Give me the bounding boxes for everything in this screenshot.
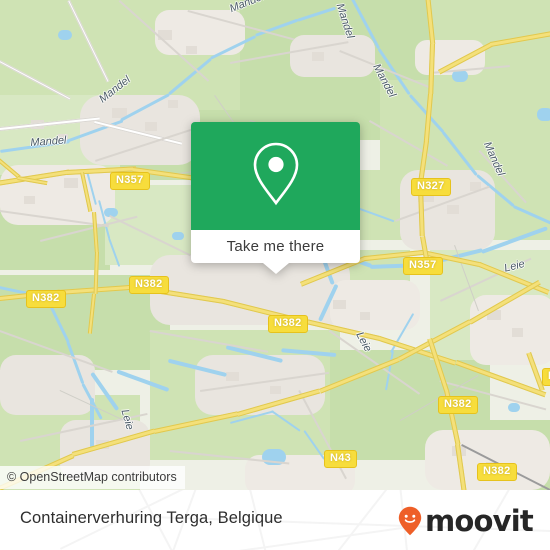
page-title: Containerverhuring Terga, Belgique xyxy=(20,509,283,527)
river-label: Mandel xyxy=(481,140,507,178)
moovit-location-screenshot: N357 N327 N357 N382 N382 N382 N382 N43 N… xyxy=(0,0,550,550)
river-label: Leie xyxy=(503,257,527,275)
card-marker-panel xyxy=(191,122,360,230)
river-label: Mandel xyxy=(370,62,398,100)
moovit-brand[interactable]: moovit xyxy=(398,503,534,538)
river-label: Mandel xyxy=(30,134,67,149)
card-cta-panel[interactable]: Take me there xyxy=(191,230,360,274)
river-label: Mandel xyxy=(97,73,133,106)
river-label: Leie xyxy=(118,408,136,432)
location-callout-card[interactable]: Take me there xyxy=(191,122,360,274)
card-pointer-tail xyxy=(262,263,289,274)
map-pin-icon xyxy=(250,140,302,213)
osm-attribution[interactable]: © OpenStreetMap contributors xyxy=(0,466,185,489)
river-label: Mandel xyxy=(228,0,266,16)
take-me-there-label: Take me there xyxy=(226,238,325,255)
map-canvas[interactable]: N357 N327 N357 N382 N382 N382 N382 N43 N… xyxy=(0,0,550,490)
footer-bar: Containerverhuring Terga, Belgique moovi… xyxy=(0,490,550,550)
river-label: Mandel xyxy=(333,2,357,41)
moovit-smiley-pin-icon xyxy=(398,506,422,536)
moovit-wordmark: moovit xyxy=(425,503,534,538)
river-label: Leie xyxy=(353,330,374,354)
